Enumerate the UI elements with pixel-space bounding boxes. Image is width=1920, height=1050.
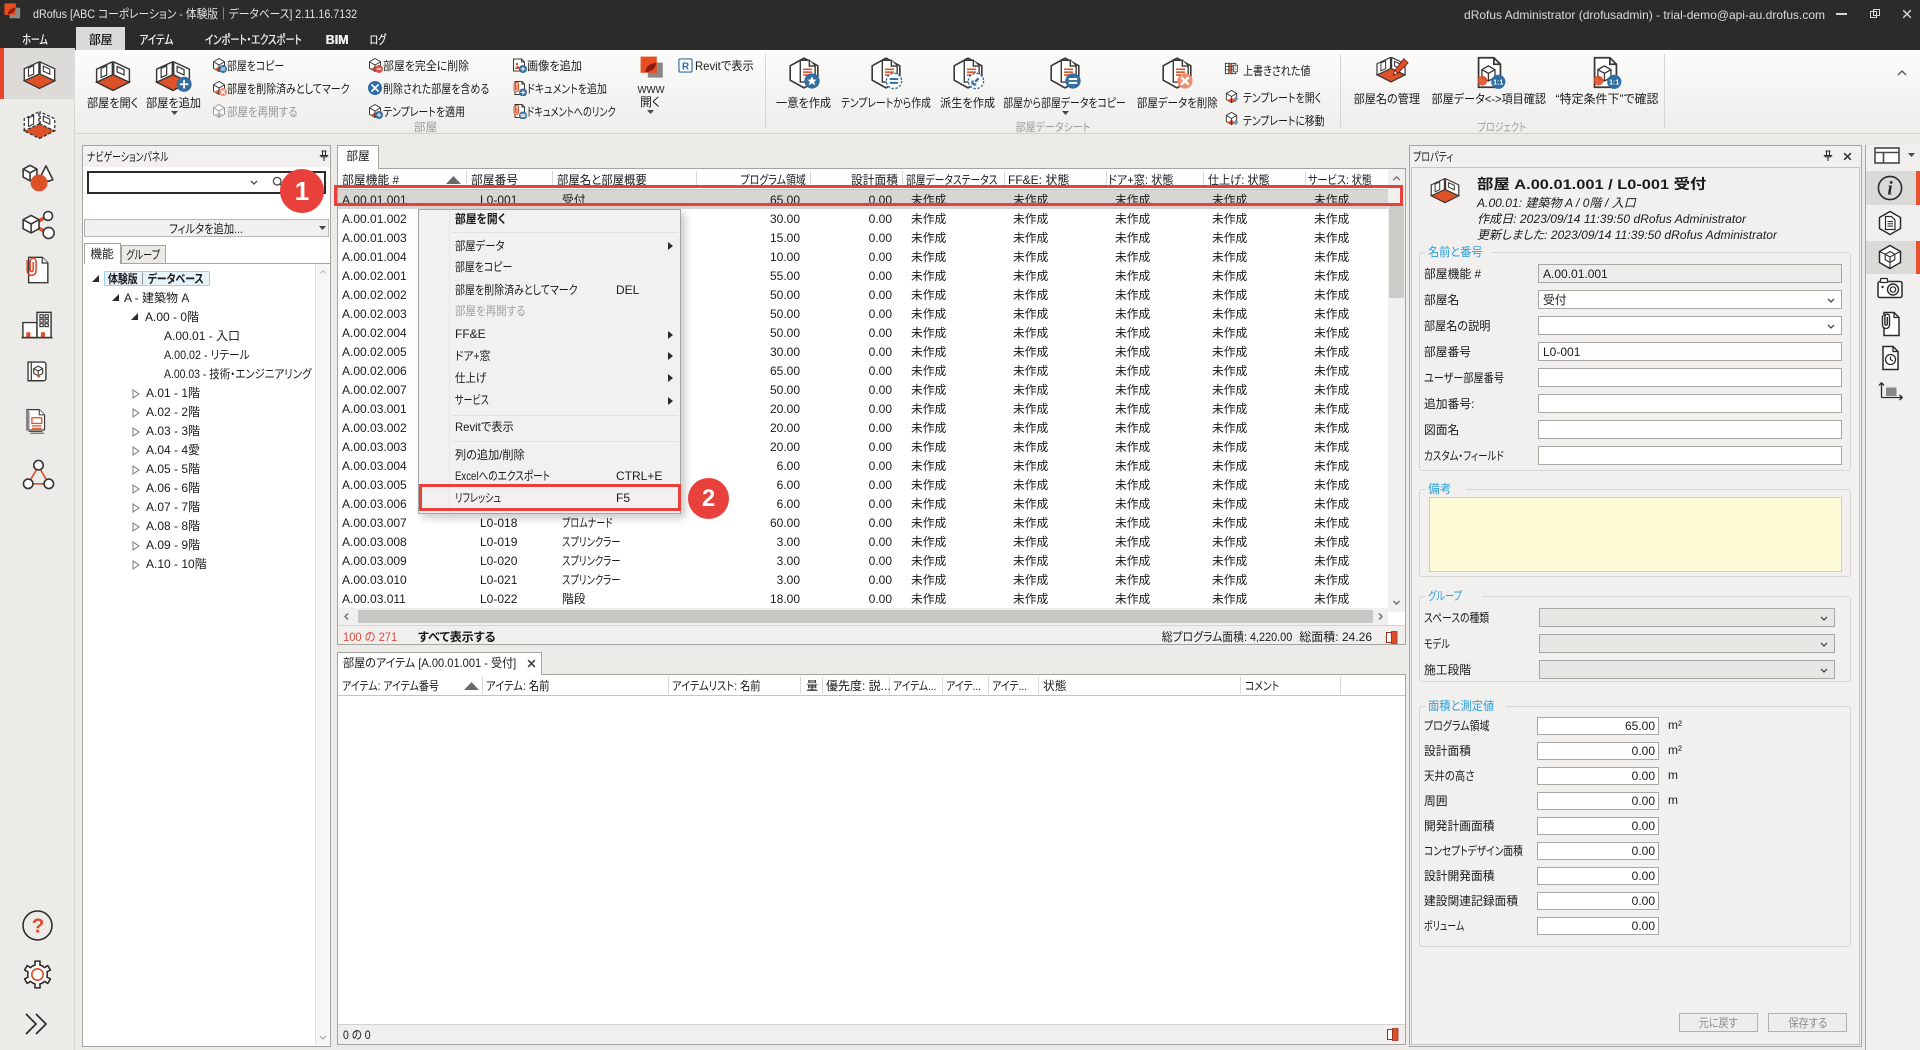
svg-text:i: i [1887, 179, 1893, 200]
svg-text:1:1: 1:1 [1609, 79, 1619, 87]
svg-text:1:1: 1:1 [1493, 79, 1503, 87]
svg-text:R: R [682, 61, 689, 72]
svg-text:?: ? [32, 915, 45, 938]
